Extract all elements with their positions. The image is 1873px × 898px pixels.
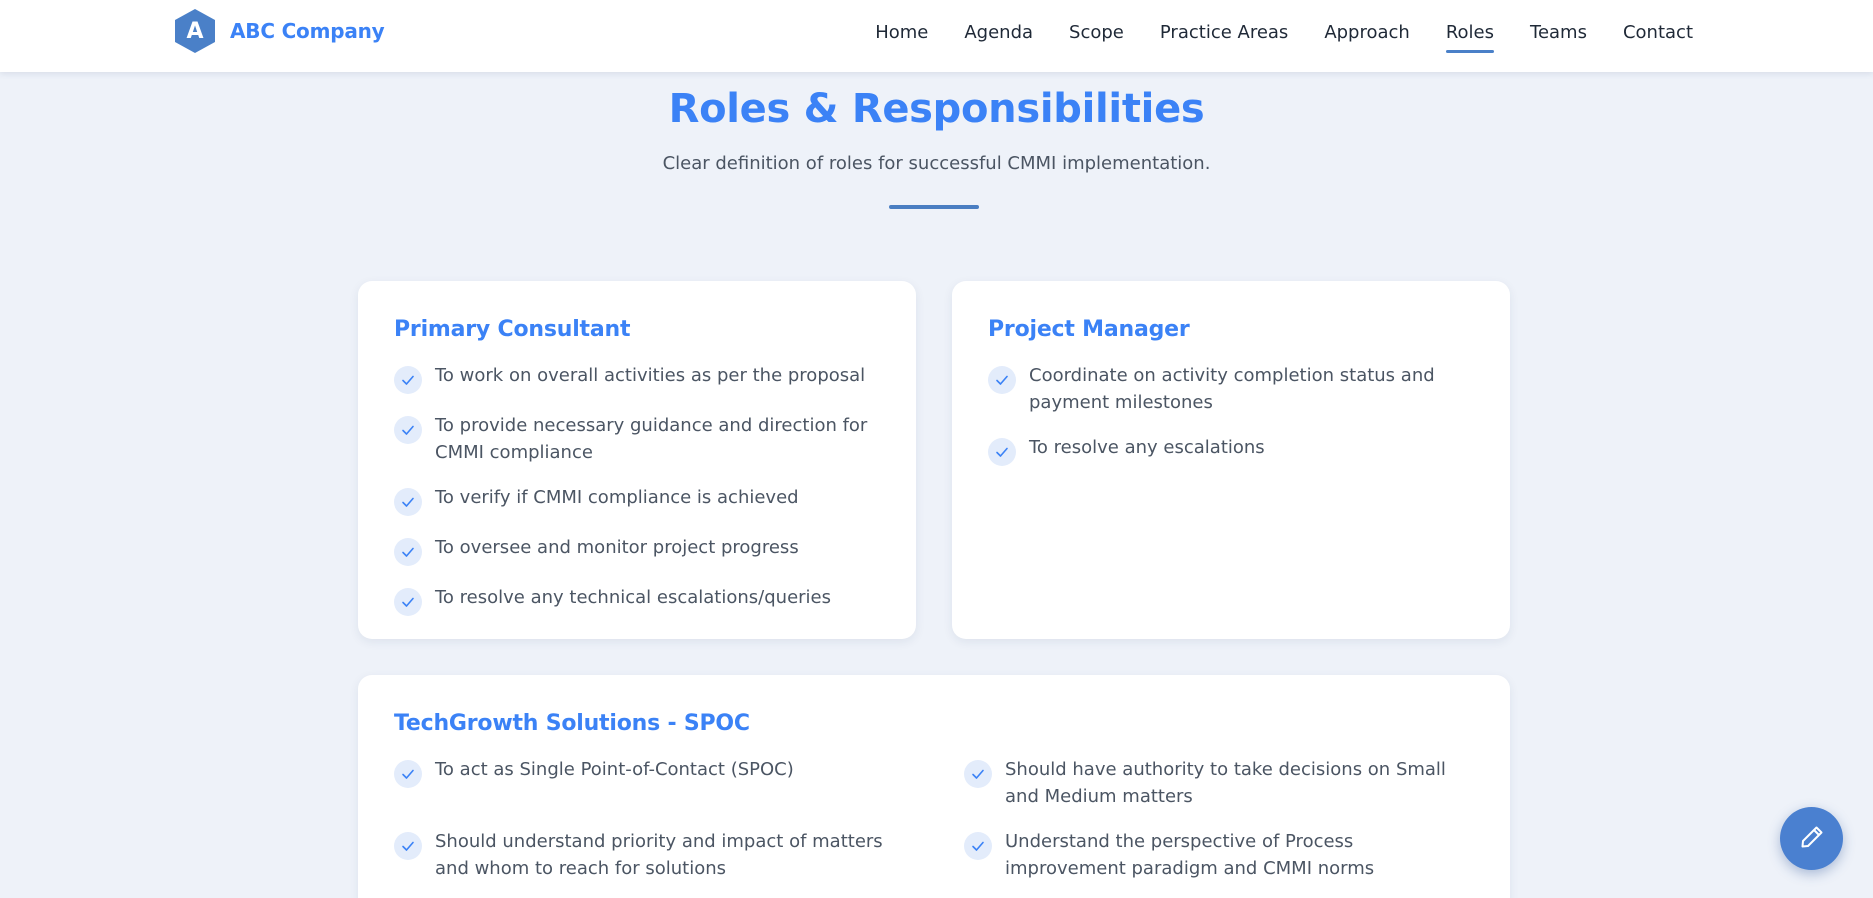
nav-scope[interactable]: Scope bbox=[1069, 16, 1124, 49]
check-icon bbox=[988, 366, 1016, 394]
responsibility-list: To act as Single Point-of-Contact (SPOC)… bbox=[394, 756, 1474, 898]
list-item: To verify if CMMI compliance is achieved bbox=[394, 484, 880, 516]
check-icon bbox=[394, 588, 422, 616]
list-item: Understand the perspective of Process im… bbox=[964, 828, 1474, 882]
check-icon bbox=[394, 832, 422, 860]
section-divider bbox=[889, 205, 979, 209]
list-item-text: Should have authority to take decisions … bbox=[1005, 759, 1446, 807]
responsibility-list: Coordinate on activity completion status… bbox=[988, 362, 1474, 466]
pencil-icon bbox=[1799, 824, 1825, 854]
site-header: A ABC Company Home Agenda Scope Practice… bbox=[0, 0, 1873, 72]
list-item: To oversee and monitor project progress bbox=[394, 534, 880, 566]
edit-fab-button[interactable] bbox=[1780, 807, 1843, 870]
section-subtitle: Clear definition of roles for successful… bbox=[662, 153, 1211, 174]
list-item: To act as Single Point-of-Contact (SPOC) bbox=[394, 756, 904, 810]
card-title: Primary Consultant bbox=[394, 317, 631, 342]
list-item: Should have authority to take decisions … bbox=[964, 756, 1474, 810]
list-item-text: To resolve any technical escalations/que… bbox=[435, 587, 831, 608]
nav-home[interactable]: Home bbox=[875, 16, 928, 49]
list-item-text: Should understand priority and impact of… bbox=[435, 831, 883, 879]
nav-contact[interactable]: Contact bbox=[1623, 16, 1693, 49]
check-icon bbox=[964, 760, 992, 788]
section-title: Roles & Responsibilities bbox=[668, 86, 1205, 132]
list-item-text: To act as Single Point-of-Contact (SPOC) bbox=[435, 759, 794, 780]
nav-teams[interactable]: Teams bbox=[1530, 16, 1587, 49]
list-item-text: To oversee and monitor project progress bbox=[435, 537, 799, 558]
brand-letter: A bbox=[186, 18, 204, 44]
check-icon bbox=[394, 538, 422, 566]
brand-name: ABC Company bbox=[230, 19, 385, 43]
card-title: TechGrowth Solutions - SPOC bbox=[394, 711, 750, 736]
list-item: To work on overall activities as per the… bbox=[394, 362, 880, 394]
role-card-primary-consultant: Primary Consultant To work on overall ac… bbox=[358, 281, 916, 639]
list-item-text: To provide necessary guidance and direct… bbox=[435, 415, 868, 463]
check-icon bbox=[394, 416, 422, 444]
list-item: To resolve any technical escalations/que… bbox=[394, 584, 880, 616]
list-item: To resolve any escalations bbox=[988, 434, 1474, 466]
role-card-spoc: TechGrowth Solutions - SPOC To act as Si… bbox=[358, 675, 1510, 898]
list-item-text: Coordinate on activity completion status… bbox=[1029, 365, 1435, 413]
check-icon bbox=[394, 366, 422, 394]
check-icon bbox=[394, 488, 422, 516]
list-item-text: Understand the perspective of Process im… bbox=[1005, 831, 1375, 879]
list-item-text: To resolve any escalations bbox=[1029, 437, 1265, 458]
card-title: Project Manager bbox=[988, 317, 1190, 342]
list-item: Coordinate on activity completion status… bbox=[988, 362, 1474, 416]
role-card-project-manager: Project Manager Coordinate on activity c… bbox=[952, 281, 1510, 639]
nav-agenda[interactable]: Agenda bbox=[964, 16, 1033, 49]
brand-logo[interactable]: A ABC Company bbox=[172, 8, 385, 54]
main-nav: Home Agenda Scope Practice Areas Approac… bbox=[839, 0, 1693, 64]
check-icon bbox=[394, 760, 422, 788]
nav-practice-areas[interactable]: Practice Areas bbox=[1160, 16, 1288, 49]
nav-roles[interactable]: Roles bbox=[1445, 16, 1495, 53]
nav-approach[interactable]: Approach bbox=[1324, 16, 1410, 49]
list-item-text: To verify if CMMI compliance is achieved bbox=[435, 487, 799, 508]
list-item: To provide necessary guidance and direct… bbox=[394, 412, 880, 466]
check-icon bbox=[988, 438, 1016, 466]
responsibility-list: To work on overall activities as per the… bbox=[394, 362, 880, 616]
hexagon-logo-icon: A bbox=[172, 8, 218, 54]
list-item-text: To work on overall activities as per the… bbox=[435, 365, 866, 386]
check-icon bbox=[964, 832, 992, 860]
list-item: Should understand priority and impact of… bbox=[394, 828, 904, 882]
